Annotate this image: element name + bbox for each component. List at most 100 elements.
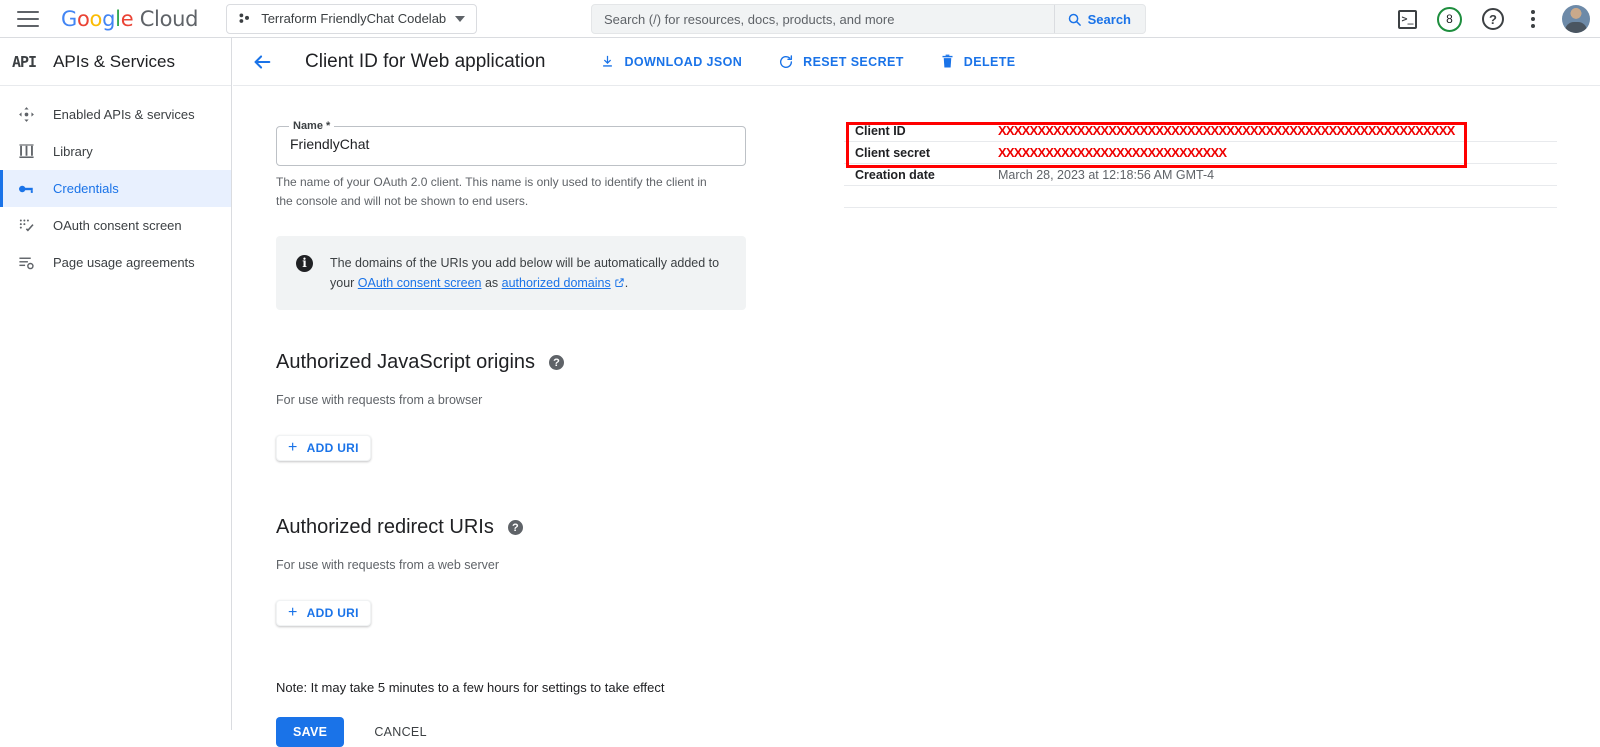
section-title: Authorized redirect URIs ? [276, 516, 746, 539]
table-row-empty [844, 186, 1557, 208]
detail-value: XXXXXXXXXXXXXXXXXXXXXXXXXXXXX [998, 145, 1557, 160]
client-id-redacted: XXXXXXXXXXXXXXXXXXXXXXXXXXXXXXXXXXXXXXXX… [998, 123, 1455, 138]
sidebar-item-oauth-consent-screen[interactable]: OAuth consent screen [0, 207, 231, 244]
sidebar-item-library[interactable]: Library [0, 133, 231, 170]
dashboard-icon [17, 106, 35, 124]
section-title-text: Authorized redirect URIs [276, 516, 494, 539]
api-icon: API [12, 53, 36, 71]
oauth-consent-screen-link[interactable]: OAuth consent screen [358, 276, 482, 290]
name-field[interactable]: Name * [276, 120, 746, 166]
page-usage-icon [17, 254, 35, 272]
add-uri-button-js-origins[interactable]: + ADD URI [276, 435, 371, 461]
add-uri-label: ADD URI [307, 606, 359, 620]
cancel-button[interactable]: CANCEL [366, 717, 435, 747]
section-subtitle: For use with requests from a browser [276, 393, 746, 407]
add-uri-button-redirect-uris[interactable]: + ADD URI [276, 600, 371, 626]
reset-secret-button[interactable]: RESET SECRET [778, 54, 904, 70]
project-picker[interactable]: Terraform FriendlyChat Codelab [226, 4, 477, 34]
top-bar-icons: >_ 8 ? [1398, 0, 1590, 38]
info-text-after: . [625, 276, 628, 290]
download-icon [600, 54, 615, 69]
sidebar-item-enabled-apis[interactable]: Enabled APIs & services [0, 96, 231, 133]
sidebar-nav: Enabled APIs & services Library Credenti… [0, 86, 231, 281]
table-row: Client ID XXXXXXXXXXXXXXXXXXXXXXXXXXXXXX… [844, 120, 1557, 142]
name-field-helper-text: The name of your OAuth 2.0 client. This … [276, 173, 716, 211]
plus-icon: + [288, 440, 298, 456]
help-circle-icon[interactable]: ? [508, 520, 523, 535]
search-icon [1067, 12, 1082, 27]
detail-key: Creation date [844, 168, 998, 182]
plus-icon: + [288, 605, 298, 621]
hamburger-menu-icon[interactable] [17, 11, 39, 27]
detail-value: March 28, 2023 at 12:18:56 AM GMT-4 [998, 168, 1557, 182]
info-banner-text: The domains of the URIs you add below wi… [330, 253, 728, 294]
action-label: DELETE [964, 55, 1016, 69]
back-arrow-icon[interactable] [251, 51, 273, 73]
chevron-down-icon[interactable] [455, 16, 465, 22]
main-content: Name * The name of your OAuth 2.0 client… [233, 86, 1600, 730]
sidebar-item-label: Library [53, 144, 93, 159]
refresh-icon [778, 54, 794, 70]
top-app-bar: Google Cloud Terraform FriendlyChat Code… [0, 0, 1600, 38]
table-row: Client secret XXXXXXXXXXXXXXXXXXXXXXXXXX… [844, 142, 1557, 164]
search-input[interactable] [592, 12, 1054, 27]
sidebar-item-label: Enabled APIs & services [53, 107, 195, 122]
name-input[interactable] [290, 131, 734, 157]
authorized-domains-link[interactable]: authorized domains [502, 276, 611, 290]
form-actions: SAVE CANCEL [276, 717, 746, 747]
info-icon: i [296, 255, 313, 272]
sidebar-item-label: Page usage agreements [53, 255, 195, 270]
page-header-actions: DOWNLOAD JSON RESET SECRET DELETE [600, 54, 1015, 70]
settings-delay-note: Note: It may take 5 minutes to a few hou… [276, 680, 746, 695]
search-button-label: Search [1088, 12, 1131, 27]
help-icon: ? [1482, 8, 1504, 30]
sidebar: API APIs & Services Enabled APIs & servi… [0, 38, 232, 730]
info-banner: i The domains of the URIs you add below … [276, 236, 746, 311]
authorized-redirect-uris-section: Authorized redirect URIs ? For use with … [276, 516, 746, 626]
avatar[interactable] [1562, 5, 1590, 33]
trash-icon [940, 54, 955, 69]
download-json-button[interactable]: DOWNLOAD JSON [600, 54, 742, 69]
section-title-text: Authorized JavaScript origins [276, 351, 535, 374]
project-name: Terraform FriendlyChat Codelab [261, 11, 446, 26]
sidebar-item-page-usage-agreements[interactable]: Page usage agreements [0, 244, 231, 281]
section-title: Authorized JavaScript origins ? [276, 351, 746, 374]
detail-key: Client ID [844, 124, 998, 138]
help-circle-icon[interactable]: ? [549, 355, 564, 370]
info-text-middle: as [481, 276, 501, 290]
project-icon [237, 11, 252, 26]
section-subtitle: For use with requests from a web server [276, 558, 746, 572]
consent-screen-icon [17, 217, 35, 235]
sidebar-item-label: Credentials [53, 181, 119, 196]
action-label: DOWNLOAD JSON [624, 55, 742, 69]
external-link-icon [614, 277, 625, 288]
global-search[interactable]: Search [591, 4, 1146, 34]
client-secret-redacted: XXXXXXXXXXXXXXXXXXXXXXXXXXXXX [998, 145, 1226, 160]
page-header: Client ID for Web application DOWNLOAD J… [233, 38, 1600, 86]
key-icon [17, 180, 35, 198]
detail-value: XXXXXXXXXXXXXXXXXXXXXXXXXXXXXXXXXXXXXXXX… [998, 123, 1557, 138]
notifications-button[interactable]: 8 [1437, 7, 1462, 32]
notification-count-badge: 8 [1437, 7, 1462, 32]
add-uri-label: ADD URI [307, 441, 359, 455]
page-title: Client ID for Web application [305, 51, 545, 73]
detail-key: Client secret [844, 146, 998, 160]
action-label: RESET SECRET [803, 55, 904, 69]
more-vert-icon[interactable] [1524, 7, 1542, 31]
sidebar-item-credentials[interactable]: Credentials [0, 170, 231, 207]
save-button[interactable]: SAVE [276, 717, 344, 747]
help-button[interactable]: ? [1482, 8, 1504, 30]
page-title: APIs & Services [53, 52, 175, 72]
sidebar-header: API APIs & Services [0, 38, 231, 86]
table-row: Creation date March 28, 2023 at 12:18:56… [844, 164, 1557, 186]
client-form: Name * The name of your OAuth 2.0 client… [276, 120, 746, 747]
search-button[interactable]: Search [1054, 5, 1145, 33]
google-cloud-logo[interactable]: Google Cloud [61, 7, 198, 31]
library-icon [17, 143, 35, 161]
client-details-table: Client ID XXXXXXXXXXXXXXXXXXXXXXXXXXXXXX… [844, 120, 1557, 208]
authorized-js-origins-section: Authorized JavaScript origins ? For use … [276, 351, 746, 461]
sidebar-item-label: OAuth consent screen [53, 218, 182, 233]
delete-button[interactable]: DELETE [940, 54, 1016, 69]
terminal-icon: >_ [1398, 10, 1417, 29]
cloud-shell-button[interactable]: >_ [1398, 10, 1417, 29]
